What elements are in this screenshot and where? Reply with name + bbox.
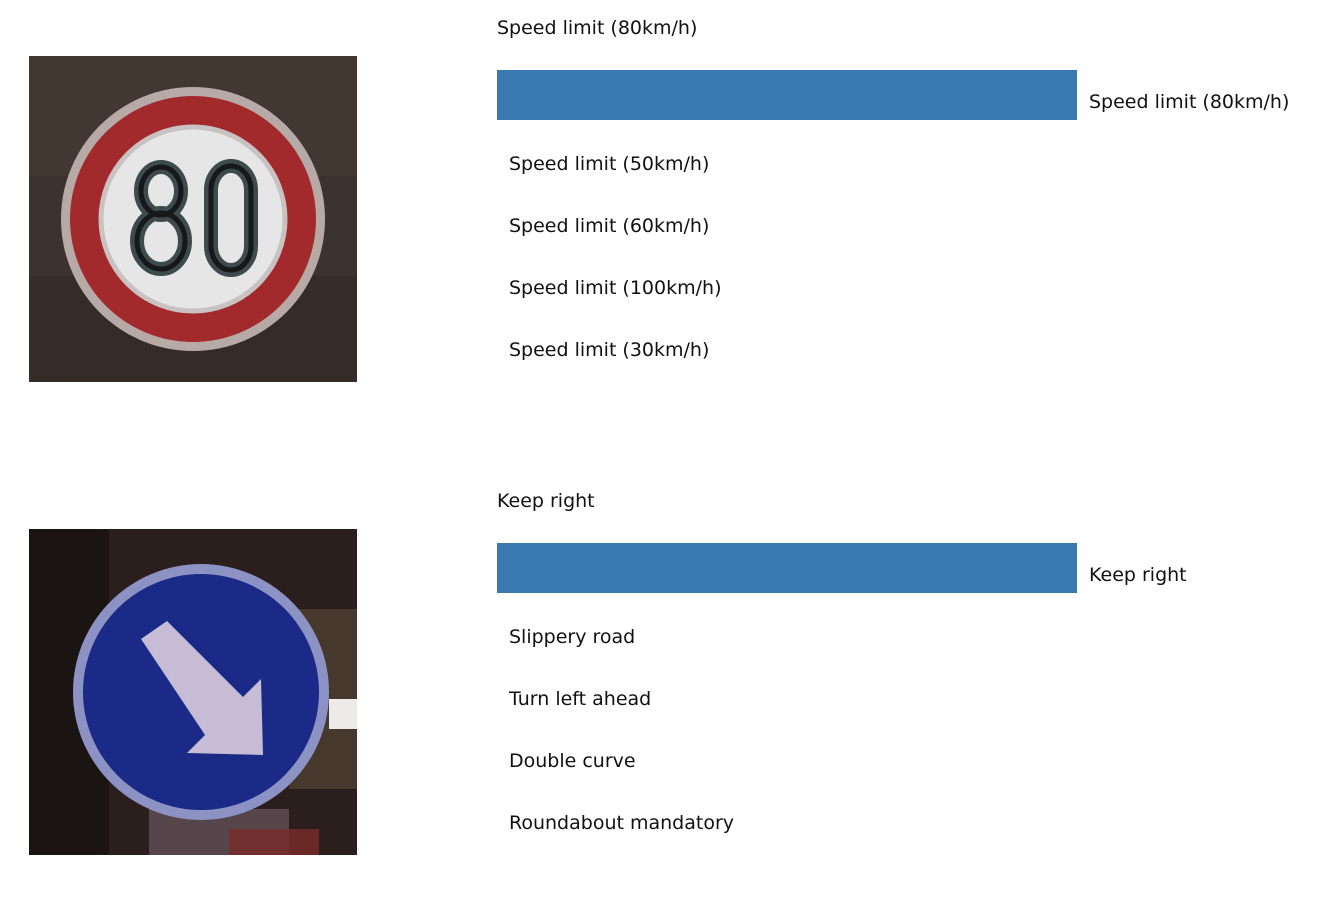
category-label: Double curve — [509, 750, 636, 772]
keep-right-sign-image — [29, 529, 357, 855]
bar — [497, 543, 1077, 593]
category-label: Keep right — [1089, 564, 1187, 586]
bar-chart-2: Keep right Slippery road Turn left ahead Do… — [497, 543, 1328, 903]
prediction-panel-2: Keep right Keep right Slippery road Turn l… — [0, 0, 1328, 855]
chart-title: Keep right — [497, 490, 595, 512]
category-label: Roundabout mandatory — [509, 812, 735, 834]
category-label: Slippery road — [509, 626, 636, 648]
category-label: Turn left ahead — [509, 688, 652, 710]
